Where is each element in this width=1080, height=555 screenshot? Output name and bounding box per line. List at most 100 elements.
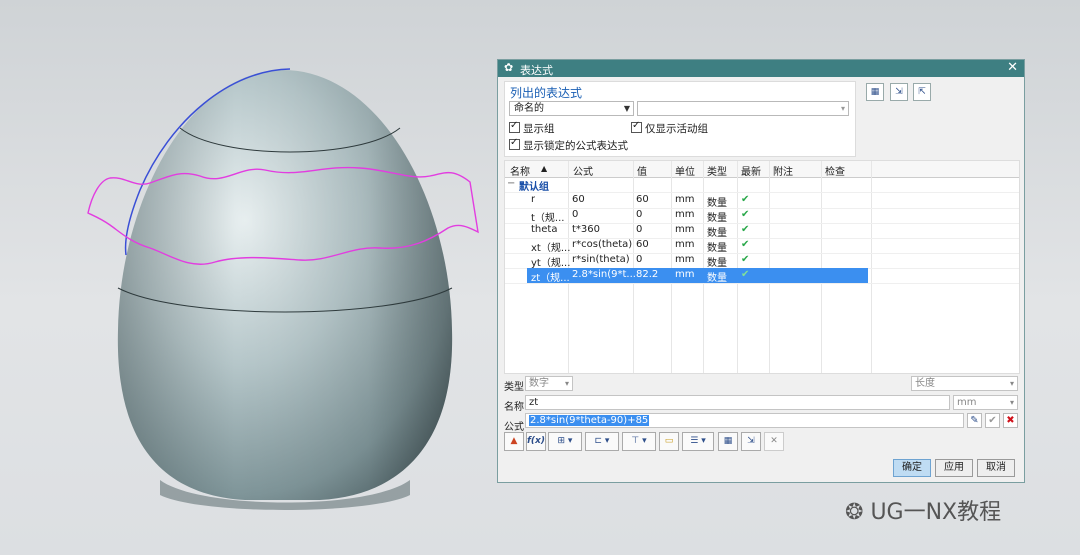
header-formula[interactable]: 公式 <box>573 163 593 178</box>
group-label: 默认组 <box>519 182 549 193</box>
show-locked-formula-checkbox[interactable]: 显示锁定的公式表达式 <box>509 137 628 153</box>
name-field-value: zt <box>529 397 539 408</box>
header-value[interactable]: 值 <box>637 163 647 178</box>
collapse-arrow-icon[interactable]: ▲ <box>504 432 524 451</box>
list-icon[interactable]: ☰ ▾ <box>682 432 714 451</box>
type-dropdown[interactable]: 数字 ▾ <box>525 376 573 391</box>
formula-label: 公式 <box>504 422 524 433</box>
cell-type: 数量 <box>707 198 727 209</box>
header-check[interactable]: 检查 <box>825 163 845 178</box>
export-expressions-icon[interactable]: ⇱ <box>913 83 931 101</box>
cell-unit: mm <box>675 224 695 235</box>
checkmark-icon: ✔ <box>741 209 750 220</box>
cell-name: xt（规... <box>531 243 571 254</box>
gear-icon: ✿ <box>504 61 514 74</box>
reject-x-icon[interactable]: ✖ <box>1003 413 1018 428</box>
header-name[interactable]: 名称 <box>510 163 530 178</box>
collapse-icon[interactable]: − <box>507 178 515 189</box>
table-row-selected[interactable]: zt（规... 2.8*sin(9*t... 82.2 mm 数量 ✔ <box>505 268 1019 284</box>
open-folder-icon[interactable]: ▭ <box>659 432 679 451</box>
table-row[interactable]: xt（规... r*cos(theta) 60 mm 数量 ✔ <box>505 238 1019 254</box>
function-button[interactable]: f(x) <box>526 432 546 451</box>
cell-unit: mm <box>675 239 695 250</box>
checkmark-icon: ✔ <box>741 224 750 235</box>
cell-name: theta <box>531 224 558 235</box>
table-row[interactable]: r 60 60 mm 数量 ✔ <box>505 193 1019 209</box>
delete-icon[interactable]: ✕ <box>764 432 784 451</box>
chevron-down-icon: ▾ <box>840 104 845 113</box>
active-group-only-label: 仅显示活动组 <box>645 123 708 135</box>
close-icon[interactable]: ✕ <box>1007 60 1018 75</box>
cell-name: zt（规... <box>531 273 570 284</box>
cell-type: 数量 <box>707 228 727 239</box>
header-uptodate[interactable]: 最新 <box>741 163 761 178</box>
header-type[interactable]: 类型 <box>707 163 727 178</box>
unit-dropdown[interactable]: mm ▾ <box>953 395 1018 410</box>
cell-formula: r*cos(theta) <box>572 239 633 250</box>
dialog-title: 表达式 <box>520 64 553 77</box>
table-header: 名称 ▲ 公式 值 单位 类型 最新 附注 检查 <box>505 161 1019 178</box>
type-label: 类型 <box>504 382 524 393</box>
link-expression-icon[interactable]: ▦ <box>718 432 738 451</box>
measure-icon[interactable]: ⊞ ▾ <box>548 432 582 451</box>
checkmark-icon: ✔ <box>741 269 750 280</box>
cell-type: 数量 <box>707 243 727 254</box>
checkmark-icon: ✔ <box>741 239 750 250</box>
import-expressions-icon[interactable]: ⇲ <box>890 83 908 101</box>
group-row[interactable]: − 默认组 <box>505 177 1019 193</box>
dimension-dropdown-value: 长度 <box>915 378 935 389</box>
cell-formula: 60 <box>572 194 585 205</box>
ok-button[interactable]: 确定 <box>893 459 931 477</box>
wechat-icon: ❂ <box>845 500 864 525</box>
table-row[interactable]: t（规... 0 0 mm 数量 ✔ <box>505 208 1019 224</box>
dimension-dropdown[interactable]: 长度 ▾ <box>911 376 1018 391</box>
filter-dropdown[interactable]: 命名的 ▼ <box>509 101 634 116</box>
filter-text-combo[interactable]: ▾ <box>637 101 849 116</box>
cell-formula: r*sin(theta) <box>572 254 630 265</box>
listed-expressions-group: 列出的表达式 命名的 ▼ ▾ 显示组 仅显示活动组 显示锁定的公式表达式 <box>504 81 856 157</box>
cell-unit: mm <box>675 209 695 220</box>
active-group-only-checkbox[interactable]: 仅显示活动组 <box>631 120 708 136</box>
edit-formula-icon[interactable]: ✎ <box>967 413 982 428</box>
cell-unit: mm <box>675 269 695 280</box>
formula-field-value: 2.8*sin(9*theta-90)+85 <box>529 415 650 426</box>
cell-value: 0 <box>636 254 643 265</box>
expressions-table[interactable]: 名称 ▲ 公式 值 单位 类型 最新 附注 检查 − 默认组 r 60 60 m… <box>504 160 1020 374</box>
header-unit[interactable]: 单位 <box>675 163 695 178</box>
apply-button[interactable]: 应用 <box>935 459 973 477</box>
cell-value: 0 <box>636 224 643 235</box>
accept-check-icon[interactable]: ✔ <box>985 413 1000 428</box>
name-field[interactable]: zt <box>525 395 950 410</box>
cell-formula: t*360 <box>572 224 601 235</box>
checkmark-icon: ✔ <box>741 254 750 265</box>
show-group-checkbox[interactable]: 显示组 <box>509 120 555 136</box>
show-locked-formula-label: 显示锁定的公式表达式 <box>523 140 628 152</box>
dialog-titlebar[interactable]: ✿ 表达式 ✕ <box>498 60 1024 77</box>
table-row[interactable]: theta t*360 0 mm 数量 ✔ <box>505 223 1019 239</box>
cell-value: 60 <box>636 239 649 250</box>
checkbox-checked-icon <box>509 120 520 133</box>
cell-formula: 2.8*sin(9*t... <box>572 269 636 280</box>
cell-value: 0 <box>636 209 643 220</box>
chevron-down-icon: ▾ <box>1009 398 1014 407</box>
unit-dropdown-value: mm <box>957 397 977 408</box>
cell-name: r <box>531 194 536 205</box>
chevron-down-icon: ▾ <box>564 379 569 388</box>
cell-type: 数量 <box>707 273 727 284</box>
interpart-icon[interactable]: ⇲ <box>741 432 761 451</box>
formula-field[interactable]: 2.8*sin(9*theta-90)+85 <box>525 413 964 428</box>
cell-type: 数量 <box>707 258 727 269</box>
show-group-label: 显示组 <box>523 123 555 135</box>
parameters-icon[interactable]: ⊤ ▾ <box>622 432 656 451</box>
egg-model[interactable] <box>117 70 453 510</box>
cell-type: 数量 <box>707 213 727 224</box>
table-row[interactable]: yt（规... r*sin(theta) 0 mm 数量 ✔ <box>505 253 1019 269</box>
type-dropdown-value: 数字 <box>529 378 549 389</box>
cancel-button[interactable]: 取消 <box>977 459 1015 477</box>
checkmark-icon: ✔ <box>741 194 750 205</box>
cell-unit: mm <box>675 254 695 265</box>
spreadsheet-icon[interactable]: ▦ <box>866 83 884 101</box>
header-comment[interactable]: 附注 <box>773 163 793 178</box>
reference-icon[interactable]: ⊏ ▾ <box>585 432 619 451</box>
cell-formula: 0 <box>572 209 579 220</box>
